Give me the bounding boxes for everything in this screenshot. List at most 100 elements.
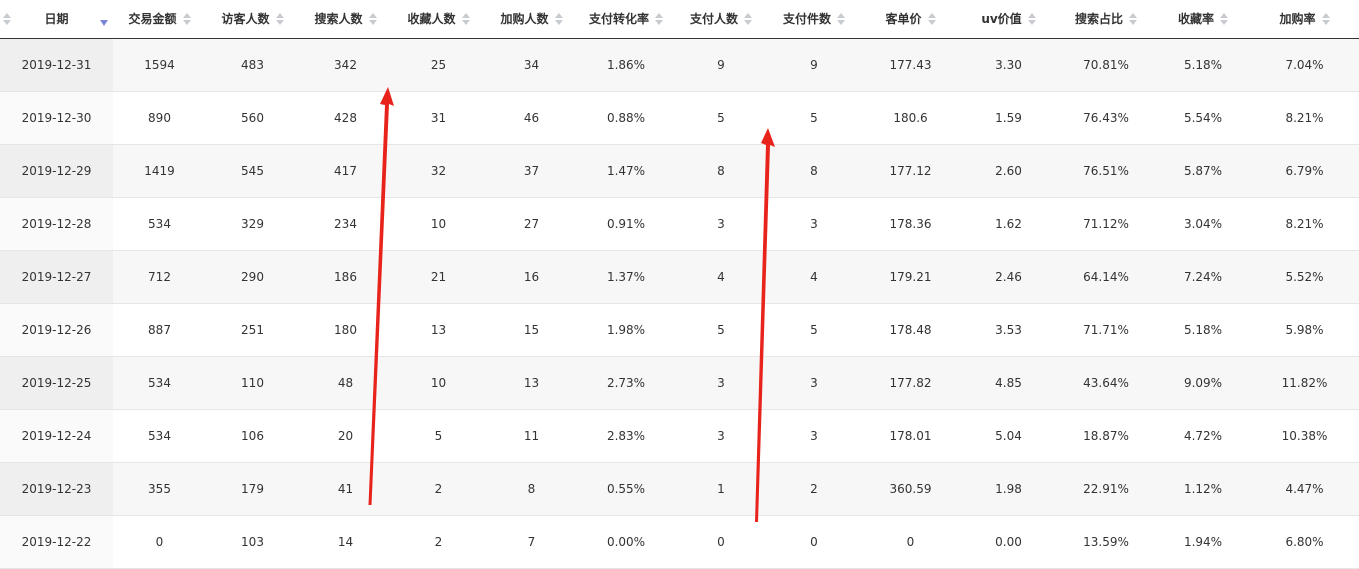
- cell-fav-users: 2: [434, 534, 443, 549]
- cell-fav-rate: 5.54%: [1183, 110, 1223, 125]
- cell-pay-users: 0: [717, 534, 725, 549]
- table-row: 2019-12-24 534 106 20 5 11 2.83% 3 3 178.01 5.04 18…: [0, 409, 1359, 462]
- cell-fav-rate: 5.87%: [1156, 144, 1250, 197]
- cell-avg-price: 177.12: [860, 144, 961, 197]
- cell-search-users: 48: [299, 356, 392, 409]
- cell-uv-value: 4.85: [961, 356, 1056, 409]
- column-header-fav-users[interactable]: 收藏人数: [392, 0, 485, 38]
- sort-toggle-icon[interactable]: [837, 12, 845, 26]
- column-header-cart-rate[interactable]: 加购率: [1250, 0, 1359, 38]
- cell-uv-value: 2.46: [961, 250, 1056, 303]
- cell-uv-value: 3.53: [995, 322, 1022, 337]
- sort-toggle-icon[interactable]: [275, 12, 284, 26]
- column-header-label: 访客人数: [221, 12, 270, 27]
- column-header-label: 搜索占比: [1074, 12, 1123, 27]
- cell-cart-users: 27: [523, 216, 540, 231]
- cell-visitors: 560: [241, 110, 264, 125]
- cell-pay-conv: 0.91%: [606, 216, 646, 231]
- sort-toggle-icon[interactable]: [1027, 12, 1036, 26]
- cell-avg-price: 178.36: [889, 216, 932, 231]
- sort-toggle-icon[interactable]: [655, 12, 663, 26]
- cell-amount: 0: [155, 534, 164, 549]
- column-header-uv-value[interactable]: uv价值: [961, 0, 1056, 38]
- cell-amount: 887: [148, 322, 171, 337]
- cell-avg-price: 177.82: [860, 356, 961, 409]
- sort-toggle-icon[interactable]: [927, 12, 936, 26]
- sort-toggle-icon[interactable]: [1321, 12, 1330, 26]
- sort-toggle-icon[interactable]: [554, 12, 563, 26]
- cell-cart-rate: 8.21%: [1285, 216, 1324, 231]
- sort-toggle-icon[interactable]: [1129, 12, 1137, 26]
- cell-search-ratio: 76.43%: [1083, 110, 1129, 125]
- column-header-label: 加购人数: [500, 12, 549, 27]
- table-row: 2019-12-29 1419 545 417 32 37 1.47% 8 8 177.12 2.6…: [0, 144, 1359, 197]
- cell-cart-users: 15: [523, 322, 540, 337]
- cell-pay-items: 5: [810, 110, 818, 125]
- cell-avg-price: 180.6: [893, 110, 928, 125]
- cell-search-users: 41: [299, 462, 392, 515]
- column-header-cart-users[interactable]: 加购人数: [485, 0, 578, 38]
- cell-search-ratio: 18.87%: [1083, 428, 1129, 443]
- cell-pay-users: 8: [674, 144, 768, 197]
- table-row: 2019-12-26 887 251 180 13 15 1.98% 5 5 178.48 3.53…: [0, 303, 1359, 356]
- cell-fav-rate: 3.04%: [1183, 216, 1223, 231]
- cell-cart-users: 46: [523, 110, 540, 125]
- sort-toggle-icon[interactable]: [1220, 12, 1228, 26]
- cell-pay-conv: 2.83%: [606, 428, 646, 443]
- cell-uv-value: 2.60: [961, 144, 1056, 197]
- column-header-search-ratio[interactable]: 搜索占比: [1056, 0, 1156, 38]
- cell-visitors: 483: [206, 38, 299, 91]
- table-header-row: 日期 交易金额 访客人数 搜索人数 收藏人数 加购人数 支付转化率 支付人数 支付件数 客单价 uv…: [0, 0, 1359, 38]
- cell-pay-users: 1: [674, 462, 768, 515]
- cell-pay-conv: 0.88%: [606, 110, 646, 125]
- cell-amount: 355: [113, 462, 206, 515]
- column-header-visitors[interactable]: 访客人数: [206, 0, 299, 38]
- cell-date: 2019-12-27: [0, 250, 113, 303]
- table-row: 2019-12-31 1594 483 342 25 34 1.86% 9 9 177.43 3.3…: [0, 38, 1359, 91]
- sort-toggle-icon[interactable]: [3, 12, 11, 26]
- sort-toggle-icon[interactable]: [182, 12, 191, 26]
- column-header-label: 客单价: [885, 12, 922, 27]
- column-header-avg-price[interactable]: 客单价: [860, 0, 961, 38]
- cell-uv-value: 5.04: [995, 428, 1022, 443]
- cell-pay-conv: 1.98%: [606, 322, 646, 337]
- cell-search-ratio: 70.81%: [1056, 38, 1156, 91]
- column-header-pay-conv[interactable]: 支付转化率: [578, 0, 674, 38]
- column-header-amount[interactable]: 交易金额: [113, 0, 206, 38]
- cell-search-ratio: 64.14%: [1056, 250, 1156, 303]
- cell-visitors: 110: [206, 356, 299, 409]
- sort-desc-icon[interactable]: [100, 20, 108, 26]
- cell-cart-rate: 7.04%: [1250, 38, 1359, 91]
- cell-fav-rate: 7.24%: [1156, 250, 1250, 303]
- sort-toggle-icon[interactable]: [461, 12, 470, 26]
- cell-date: 2019-12-22: [0, 515, 113, 568]
- sort-toggle-icon[interactable]: [368, 12, 377, 26]
- table-row: 2019-12-22 0 103 14 2 7 0.00% 0 0 0 0.00 13.59% 1.94…: [0, 515, 1359, 568]
- cell-amount: 712: [113, 250, 206, 303]
- sort-toggle-icon[interactable]: [744, 12, 752, 26]
- cell-fav-rate: 5.18%: [1183, 322, 1223, 337]
- cell-pay-items: 0: [810, 534, 818, 549]
- column-header-pay-users[interactable]: 支付人数: [674, 0, 768, 38]
- cell-cart-rate: 6.79%: [1250, 144, 1359, 197]
- cell-visitors: 329: [241, 216, 264, 231]
- cell-search-users: 342: [299, 38, 392, 91]
- cell-amount: 534: [148, 428, 171, 443]
- column-header-date[interactable]: 日期: [0, 0, 113, 38]
- cell-fav-rate: 9.09%: [1156, 356, 1250, 409]
- cell-search-ratio: 76.51%: [1056, 144, 1156, 197]
- table-row: 2019-12-25 534 110 48 10 13 2.73% 3 3 177.82 4.85 4…: [0, 356, 1359, 409]
- cell-fav-users: 2: [392, 462, 485, 515]
- column-header-fav-rate[interactable]: 收藏率: [1156, 0, 1250, 38]
- table-row: 2019-12-23 355 179 41 2 8 0.55% 1 2 360.59 1.98 22.…: [0, 462, 1359, 515]
- column-header-pay-items[interactable]: 支付件数: [768, 0, 860, 38]
- cell-pay-users: 9: [674, 38, 768, 91]
- cell-search-ratio: 43.64%: [1056, 356, 1156, 409]
- column-header-search-users[interactable]: 搜索人数: [299, 0, 392, 38]
- cell-avg-price: 0: [906, 534, 915, 549]
- column-header-label: 支付人数: [689, 12, 738, 27]
- cell-cart-rate: 10.38%: [1281, 428, 1328, 443]
- table-row: 2019-12-30 890 560 428 31 46 0.88% 5 5 180.6 1.59 7…: [0, 91, 1359, 144]
- cell-fav-users: 25: [392, 38, 485, 91]
- cell-fav-users: 5: [434, 428, 443, 443]
